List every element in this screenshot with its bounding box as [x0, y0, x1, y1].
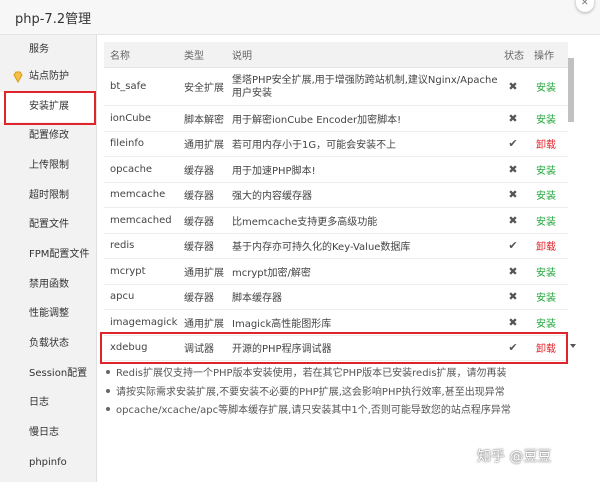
- ext-type: 缓存器: [178, 284, 226, 310]
- note-item: Redis扩展仅支持一个PHP版本安装使用，若在其它PHP版本已安装redis扩…: [106, 365, 566, 384]
- sidebar-item-config-file[interactable]: 配置文件: [0, 210, 96, 240]
- status-icon: ✖: [498, 182, 528, 208]
- scroll-down-arrow-icon[interactable]: [570, 344, 576, 348]
- ext-type: 通用扩展: [178, 131, 226, 157]
- table-row: ionCube 脚本解密 用于解密ionCube Encoder加密脚本! ✖ …: [104, 105, 568, 132]
- ext-name: memcached: [104, 207, 178, 234]
- notes-list: Redis扩展仅支持一个PHP版本安装使用，若在其它PHP版本已安装redis扩…: [106, 365, 566, 421]
- scrollbar-thumb[interactable]: [568, 58, 574, 122]
- install-button[interactable]: 安装: [536, 115, 556, 126]
- ext-name: ionCube: [104, 105, 178, 132]
- sidebar-item-upload-limit[interactable]: 上传限制: [0, 151, 96, 181]
- sidebar-item-performance[interactable]: 性能调整: [0, 299, 96, 329]
- table-scrollbar[interactable]: [566, 56, 576, 346]
- uninstall-button[interactable]: 卸载: [536, 140, 556, 151]
- col-header-type: 类型: [178, 42, 226, 68]
- uninstall-button[interactable]: 卸载: [536, 242, 556, 253]
- ext-name: mcrypt: [104, 258, 178, 285]
- ext-type: 缓存器: [178, 207, 226, 234]
- col-header-name: 名称: [104, 42, 178, 68]
- status-icon: ✖: [498, 156, 528, 183]
- install-button[interactable]: 安装: [536, 293, 556, 304]
- install-button[interactable]: 安装: [536, 217, 556, 228]
- sidebar-item-fpm-config[interactable]: FPM配置文件: [0, 240, 96, 270]
- ext-desc: 用于解密ionCube Encoder加密脚本!: [226, 105, 498, 132]
- ext-desc: 强大的内容缓存器: [226, 182, 498, 208]
- col-header-status: 状态: [498, 42, 528, 68]
- install-button[interactable]: 安装: [536, 268, 556, 279]
- status-icon: ✖: [498, 105, 528, 132]
- extension-table: 名称 类型 说明 状态 操作 bt_safe 安全扩展 堡塔PHP安全扩展,用于…: [104, 42, 568, 361]
- install-button[interactable]: 安装: [536, 319, 556, 330]
- ext-name: memcache: [104, 182, 178, 208]
- ext-desc: 比memcache支持更多高级功能: [226, 207, 498, 234]
- ext-name: bt_safe: [104, 67, 178, 106]
- ext-type: 脚本解密: [178, 105, 226, 132]
- note-item: opcache/xcache/apc等脚本缓存扩展,请只安装其中1个,否则可能导…: [106, 402, 566, 421]
- table-row: bt_safe 安全扩展 堡塔PHP安全扩展,用于增强防跨站机制,建议Nginx…: [104, 67, 568, 106]
- table-row: fileinfo 通用扩展 若可用内存小于1G，可能会安装不上 ✔ 卸载: [104, 131, 568, 157]
- table-header-row: 名称 类型 说明 状态 操作: [104, 42, 568, 68]
- status-icon: ✖: [498, 207, 528, 234]
- col-header-action: 操作: [528, 42, 568, 68]
- ext-name: apcu: [104, 284, 178, 310]
- table-row: memcache 缓存器 强大的内容缓存器 ✖ 安装: [104, 182, 568, 208]
- install-button[interactable]: 安装: [536, 83, 556, 94]
- dialog-title: php-7.2管理: [15, 12, 92, 27]
- ext-name: redis: [104, 233, 178, 259]
- close-icon[interactable]: [576, 0, 594, 12]
- table-row: redis 缓存器 基于内存亦可持久化的Key-Value数据库 ✔ 卸载: [104, 233, 568, 259]
- sidebar-item-load-status[interactable]: 负载状态: [0, 329, 96, 359]
- sidebar-item-slow-log[interactable]: 慢日志: [0, 418, 96, 448]
- sidebar-item-timeout-limit[interactable]: 超时限制: [0, 181, 96, 211]
- status-icon: ✖: [498, 284, 528, 310]
- install-button[interactable]: 安装: [536, 191, 556, 202]
- sidebar-item-log[interactable]: 日志: [0, 388, 96, 418]
- sidebar-item-phpinfo[interactable]: phpinfo: [0, 448, 96, 478]
- ext-type: 缓存器: [178, 233, 226, 259]
- ext-type: 安全扩展: [178, 67, 226, 106]
- ext-desc: 基于内存亦可持久化的Key-Value数据库: [226, 233, 498, 259]
- ext-type: 缓存器: [178, 182, 226, 208]
- ext-desc: 用于加速PHP脚本!: [226, 156, 498, 183]
- status-icon: ✔: [498, 233, 528, 259]
- table-row: mcrypt 通用扩展 mcrypt加密/解密 ✖ 安装: [104, 258, 568, 285]
- table-row: apcu 缓存器 脚本缓存器 ✖ 安装: [104, 284, 568, 310]
- table-row: opcache 缓存器 用于加速PHP脚本! ✖ 安装: [104, 156, 568, 183]
- highlight-box-sidebar: [4, 91, 96, 125]
- ext-type: 缓存器: [178, 156, 226, 183]
- ext-desc: mcrypt加密/解密: [226, 258, 498, 285]
- watermark: 知乎 @豆豆: [477, 449, 552, 465]
- ext-name: fileinfo: [104, 131, 178, 157]
- extension-table-panel: 名称 类型 说明 状态 操作 bt_safe 安全扩展 堡塔PHP安全扩展,用于…: [104, 42, 578, 361]
- ext-desc: 脚本缓存器: [226, 284, 498, 310]
- status-icon: ✖: [498, 258, 528, 285]
- col-header-desc: 说明: [226, 42, 498, 68]
- diamond-icon: [13, 71, 23, 83]
- status-icon: ✖: [498, 67, 528, 106]
- ext-desc: 堡塔PHP安全扩展,用于增强防跨站机制,建议Nginx/Apache用户安装: [226, 67, 498, 106]
- sidebar-item-service[interactable]: 服务: [0, 35, 96, 65]
- ext-name: opcache: [104, 156, 178, 183]
- status-icon: ✔: [498, 131, 528, 157]
- sidebar-item-config-modify[interactable]: 配置修改: [0, 121, 96, 151]
- highlight-box-xdebug-row: [100, 332, 568, 364]
- sidebar-item-site-protect[interactable]: 站点防护: [0, 62, 96, 92]
- sidebar-item-session-config[interactable]: Session配置: [0, 359, 96, 389]
- sidebar-item-disabled-functions[interactable]: 禁用函数: [0, 270, 96, 300]
- note-item: 请按实际需求安装扩展,不要安装不必要的PHP扩展,这会影响PHP执行效率,甚至出…: [106, 384, 566, 403]
- table-row: memcached 缓存器 比memcache支持更多高级功能 ✖ 安装: [104, 207, 568, 234]
- dialog-titlebar: php-7.2管理: [0, 0, 600, 35]
- ext-type: 通用扩展: [178, 258, 226, 285]
- ext-desc: 若可用内存小于1G，可能会安装不上: [226, 131, 498, 157]
- install-button[interactable]: 安装: [536, 166, 556, 177]
